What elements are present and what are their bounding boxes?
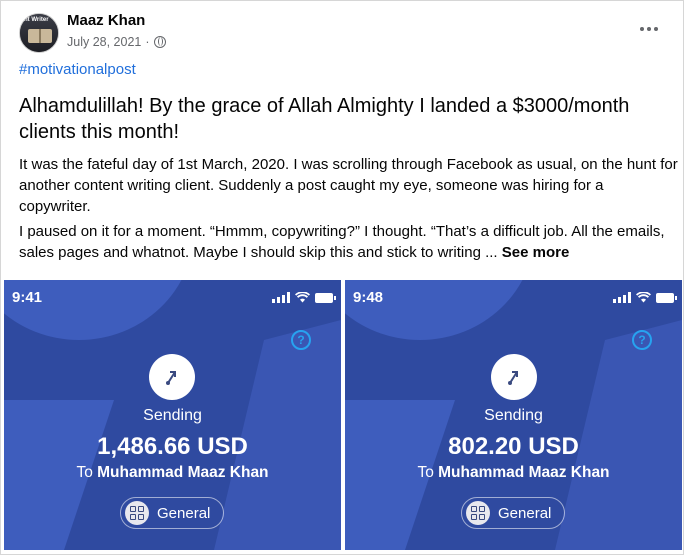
photo-1[interactable]: 9:41 ? Sending 1,486.66 USD To Muhammad … — [4, 280, 341, 550]
avatar[interactable]: nt Writer — [19, 13, 59, 53]
recipient-line: To Muhammad Maaz Khan — [4, 464, 341, 482]
hashtag-link[interactable]: #motivationalpost — [19, 61, 136, 78]
category-label: General — [157, 504, 211, 522]
sending-label: Sending — [484, 407, 543, 424]
category-pill[interactable]: General — [120, 497, 224, 529]
grid-icon — [125, 501, 149, 525]
more-options-button[interactable] — [635, 17, 663, 41]
battery-icon — [315, 293, 336, 303]
send-arrow-icon — [491, 354, 537, 400]
recipient-name: Muhammad Maaz Khan — [438, 464, 610, 481]
sending-label: Sending — [143, 407, 202, 424]
category-pill[interactable]: General — [461, 497, 565, 529]
category-label: General — [498, 504, 552, 522]
status-time: 9:48 — [353, 289, 384, 306]
post-meta: July 28, 2021 · — [67, 35, 166, 49]
amount: 802.20 USD — [448, 433, 579, 460]
meta-separator: · — [145, 35, 150, 49]
see-more-link[interactable]: See more — [502, 244, 570, 261]
post-paragraph-1: It was the fateful day of 1st March, 202… — [19, 156, 678, 215]
to-prefix: To — [417, 464, 439, 481]
status-time: 9:41 — [12, 289, 43, 306]
signal-icon — [272, 292, 290, 303]
recipient-line: To Muhammad Maaz Khan — [345, 464, 682, 482]
post-headline: Alhamdulillah! By the grace of Allah Alm… — [19, 95, 630, 143]
help-icon[interactable]: ? — [632, 330, 652, 350]
wifi-icon — [295, 292, 310, 303]
book-icon — [28, 29, 52, 43]
post-paragraph-2: I paused on it for a moment. “Hmmm, copy… — [19, 221, 679, 263]
status-bar-icons — [613, 292, 677, 303]
globe-icon[interactable] — [153, 36, 166, 48]
send-arrow-icon — [149, 354, 195, 400]
more-horizontal-icon — [640, 27, 644, 31]
amount: 1,486.66 USD — [97, 433, 248, 460]
facebook-post: nt Writer Maaz Khan July 28, 2021 · #mot… — [0, 0, 684, 555]
recipient-name: Muhammad Maaz Khan — [97, 464, 269, 481]
wifi-icon — [636, 292, 651, 303]
grid-icon — [466, 501, 490, 525]
status-bar-icons — [272, 292, 336, 303]
signal-icon — [613, 292, 631, 303]
author-name[interactable]: Maaz Khan — [67, 12, 145, 29]
help-icon[interactable]: ? — [291, 330, 311, 350]
to-prefix: To — [76, 464, 98, 481]
avatar-text: nt Writer — [24, 17, 49, 23]
post-date[interactable]: July 28, 2021 — [67, 35, 141, 49]
battery-icon — [656, 293, 677, 303]
photo-2[interactable]: 9:48 ? Sending 802.20 USD To Muhammad Ma… — [345, 280, 682, 550]
